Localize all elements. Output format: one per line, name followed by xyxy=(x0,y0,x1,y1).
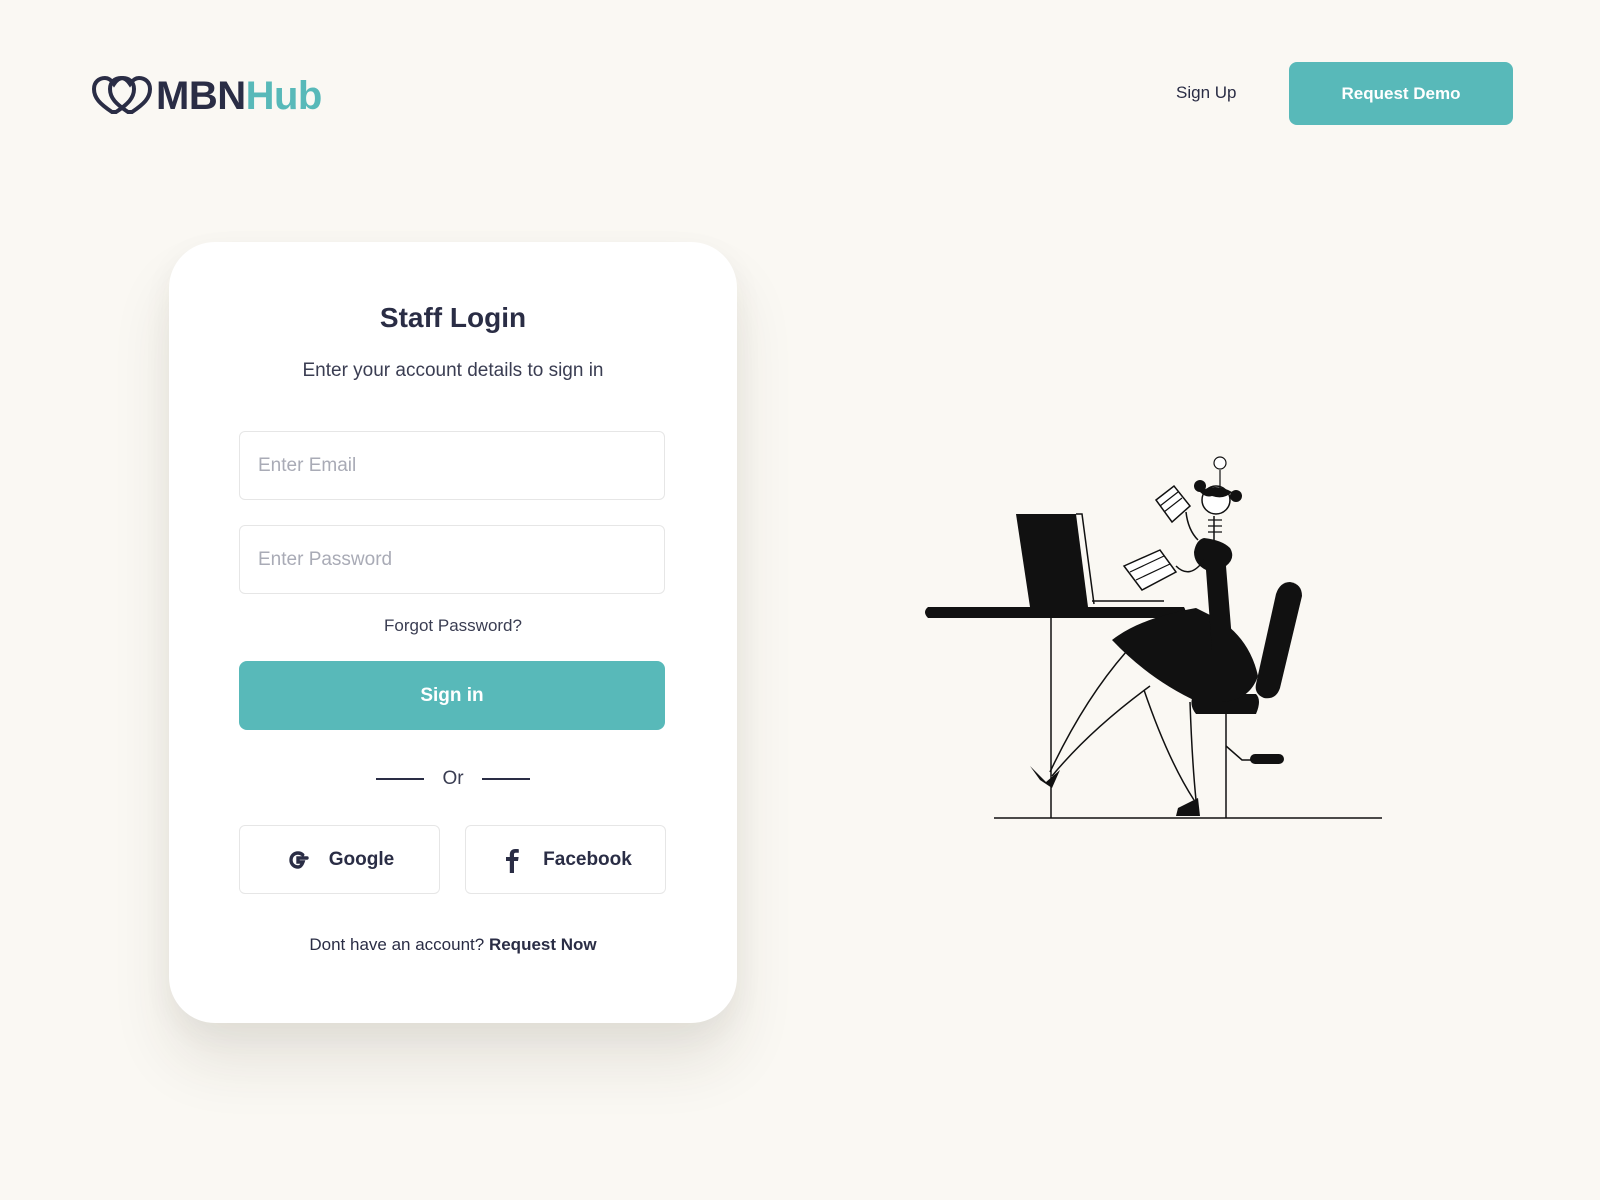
login-subtitle: Enter your account details to sign in xyxy=(302,360,604,381)
brand-name-part2: Hub xyxy=(245,74,323,118)
sign-in-button[interactable]: Sign in xyxy=(239,661,665,730)
google-label: Google xyxy=(328,848,395,870)
or-divider: Or xyxy=(169,768,737,790)
request-now-link[interactable]: Request Now xyxy=(489,935,597,954)
facebook-label: Facebook xyxy=(543,848,632,870)
google-login-button[interactable]: Google xyxy=(239,825,440,894)
interlocking-hearts-logo-icon xyxy=(92,75,152,114)
brand-logo[interactable]: MBNHub xyxy=(92,74,322,118)
facebook-login-button[interactable]: Facebook xyxy=(465,825,666,894)
or-label: Or xyxy=(442,768,464,789)
request-account-row: Dont have an account? Request Now xyxy=(169,935,737,955)
password-input[interactable] xyxy=(239,525,665,594)
facebook-icon xyxy=(506,848,519,873)
divider-line-right xyxy=(481,778,530,780)
login-title: Staff Login xyxy=(379,302,527,333)
google-icon xyxy=(289,850,309,869)
login-card: Staff Login Enter your account details t… xyxy=(169,242,737,1023)
signup-link[interactable]: Sign Up xyxy=(1176,80,1236,106)
forgot-password-link[interactable]: Forgot Password? xyxy=(169,616,737,636)
woman-at-desk-illustration xyxy=(925,456,1382,819)
request-demo-button[interactable]: Request Demo xyxy=(1289,62,1513,125)
email-input[interactable] xyxy=(239,431,665,500)
login-page: MBNHub Sign Up Request Demo Staff Login … xyxy=(0,0,1600,1200)
divider-line-left xyxy=(376,778,425,780)
no-account-text: Dont have an account? xyxy=(309,935,485,954)
brand-name-part1: MBN xyxy=(156,74,246,118)
brand-name: MBNHub xyxy=(156,74,322,118)
